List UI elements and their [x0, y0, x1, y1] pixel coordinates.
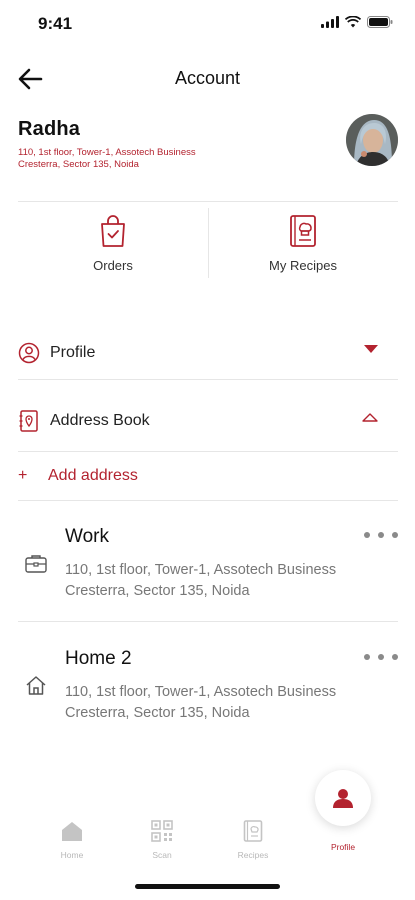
user-name: Radha: [18, 118, 81, 140]
add-address-label: Add address: [48, 467, 138, 484]
quick-actions-separator: [208, 208, 209, 278]
more-options-button[interactable]: [364, 532, 398, 542]
user-circle-icon: [18, 342, 40, 364]
caret-down-icon: [364, 345, 378, 353]
page-title: Account: [174, 68, 241, 88]
divider: [18, 621, 398, 622]
tab-home-label: Home: [60, 850, 84, 860]
more-dot: [378, 532, 384, 538]
profile-section-toggle[interactable]: Profile: [18, 333, 398, 373]
address-card-work[interactable]: Work 110, 1st floor, Tower-1, Assotech B…: [18, 526, 398, 606]
add-address-button[interactable]: + Add address: [18, 462, 398, 490]
tab-profile-label: Profile: [330, 842, 356, 852]
orders-label: Orders: [93, 258, 133, 273]
cellular-signal-icon: [321, 16, 339, 28]
divider: [18, 500, 398, 501]
plus-icon: +: [18, 467, 28, 484]
recipes-tab-icon: [243, 820, 263, 842]
briefcase-icon: [25, 555, 47, 573]
user-address: 110, 1st floor, Tower-1, Assotech Busine…: [18, 147, 196, 170]
more-options-button[interactable]: [364, 654, 398, 664]
quick-actions: Orders My Recipes: [18, 204, 398, 284]
avatar[interactable]: [346, 114, 398, 166]
home-icon: [26, 676, 46, 695]
profile-section-label: Profile: [50, 344, 96, 361]
caret-up-icon: [362, 413, 378, 422]
status-time: 9:41: [38, 14, 73, 33]
more-dot: [392, 532, 398, 538]
more-dot: [364, 532, 370, 538]
address-book-section-toggle[interactable]: Address Book: [18, 401, 398, 441]
tab-profile[interactable]: Profile: [308, 842, 378, 852]
more-dot: [378, 654, 384, 660]
profile-fab-icon: [333, 789, 353, 808]
orders-button[interactable]: Orders: [18, 204, 208, 284]
address-book-icon: [18, 410, 40, 432]
battery-icon: [367, 16, 393, 28]
address-text-work: 110, 1st floor, Tower-1, Assotech Busine…: [65, 562, 337, 599]
more-dot: [392, 654, 398, 660]
tab-bar: Home Scan Recipes Profile: [0, 812, 415, 872]
address-title-home-2: Home 2: [65, 648, 132, 669]
tab-scan[interactable]: Scan: [127, 820, 197, 860]
home-tab-icon: [62, 822, 82, 841]
home-indicator: [135, 884, 280, 889]
wifi-icon: [345, 16, 361, 28]
my-recipes-button[interactable]: My Recipes: [208, 204, 398, 284]
recipe-book-icon: [290, 215, 316, 247]
tab-recipes-label: Recipes: [237, 850, 269, 860]
shopping-bag-icon: [101, 215, 125, 247]
user-summary: Radha 110, 1st floor, Tower-1, Assotech …: [18, 114, 398, 178]
tab-home[interactable]: Home: [37, 820, 107, 860]
address-text-home-2: 110, 1st floor, Tower-1, Assotech Busine…: [65, 684, 337, 721]
divider: [18, 451, 398, 452]
tab-scan-label: Scan: [152, 850, 172, 860]
address-book-section-label: Address Book: [50, 412, 150, 429]
my-recipes-label: My Recipes: [269, 258, 337, 273]
nav-header: Account: [0, 58, 415, 98]
more-dot: [364, 654, 370, 660]
divider: [18, 201, 398, 202]
address-card-home-2[interactable]: Home 2 110, 1st floor, Tower-1, Assotech…: [18, 648, 398, 728]
status-bar: 9:41: [0, 0, 415, 48]
qr-code-icon: [151, 820, 173, 842]
avatar-photo: [346, 114, 398, 166]
address-title-work: Work: [65, 526, 109, 547]
divider: [18, 379, 398, 380]
status-icons: [321, 16, 393, 28]
tab-recipes[interactable]: Recipes: [218, 820, 288, 860]
